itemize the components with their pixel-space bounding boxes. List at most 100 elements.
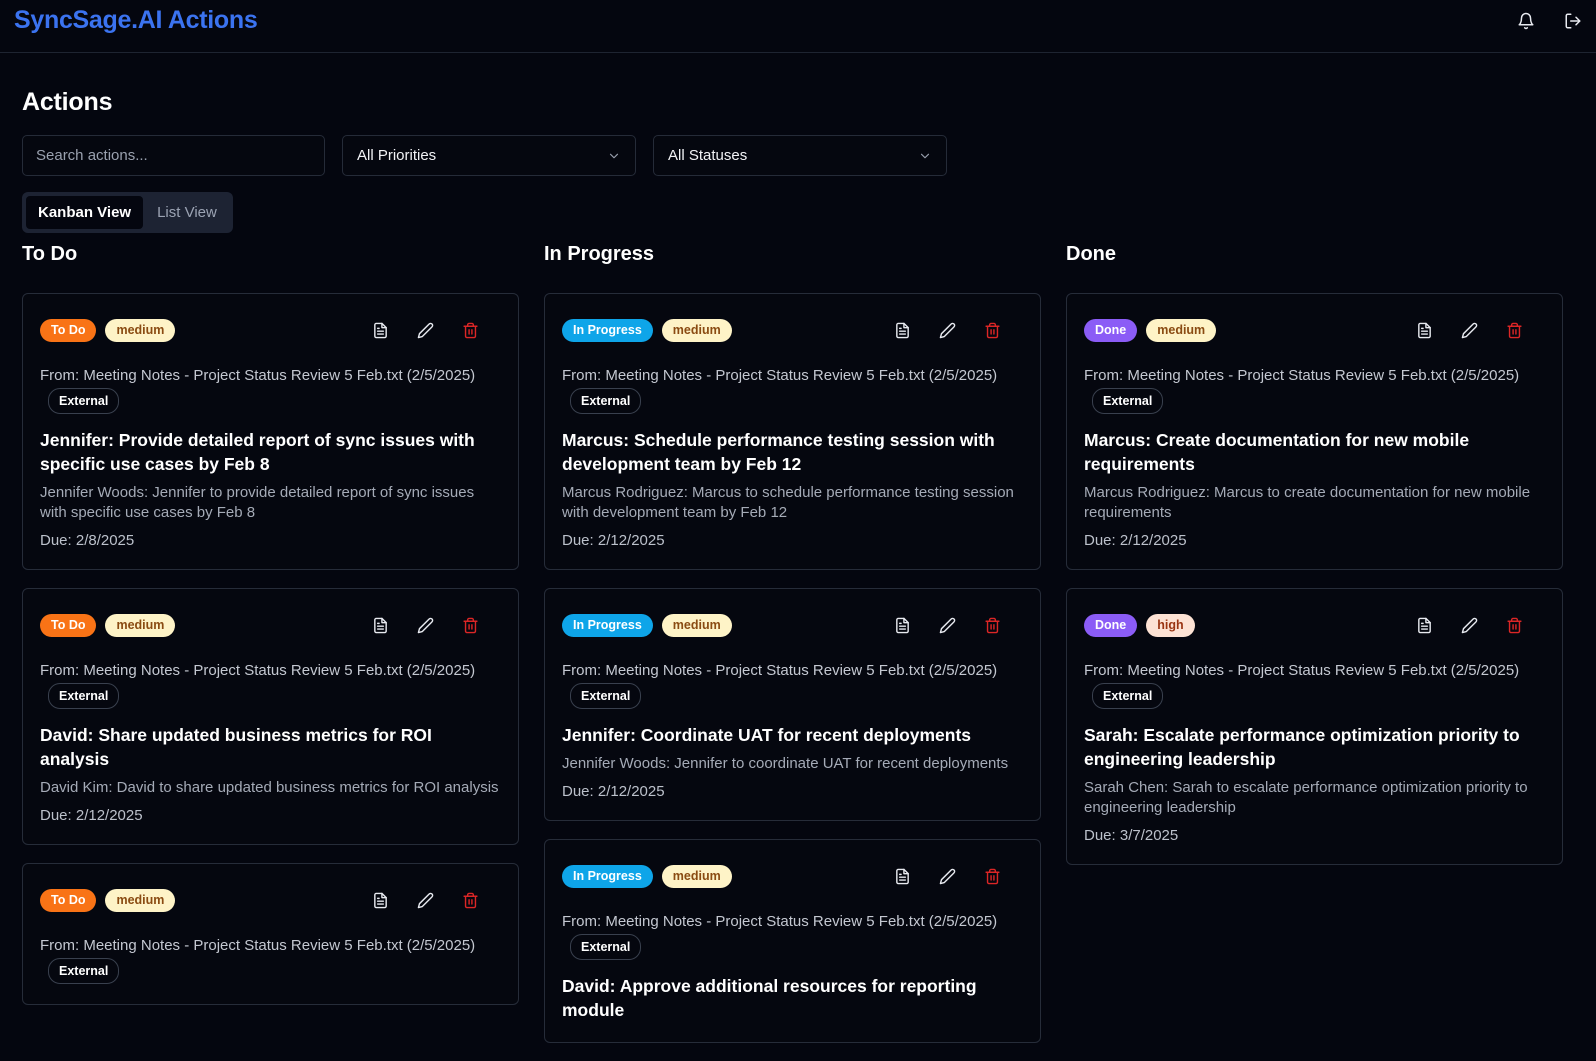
external-tag: External xyxy=(570,683,642,709)
card-title: Marcus: Create documentation for new mob… xyxy=(1084,430,1470,474)
card-source: From: Meeting Notes - Project Status Rev… xyxy=(40,936,501,984)
action-card[interactable]: Done medium From: Meeting Notes - Project … xyxy=(1066,293,1563,570)
card-title: David: Share updated business metrics fo… xyxy=(40,725,432,769)
action-card[interactable]: To Do medium From: Meeting Notes - Project… xyxy=(22,293,519,570)
card-source-text: From: Meeting Notes - Project Status Rev… xyxy=(562,662,998,679)
card-description: Jennifer Woods: Jennifer to coordinate U… xyxy=(562,755,1009,772)
kanban-column: Done Done medium From: Meeting Notes - Proj… xyxy=(1066,243,1563,1061)
action-card[interactable]: In Progress medium From: Meeting Notes - P… xyxy=(544,588,1041,821)
card-header: In Progress medium xyxy=(562,840,1023,912)
edit-icon[interactable] xyxy=(937,615,958,636)
delete-icon[interactable] xyxy=(1504,615,1525,636)
edit-icon[interactable] xyxy=(937,320,958,341)
edit-icon[interactable] xyxy=(415,320,436,341)
logout-icon[interactable] xyxy=(1562,10,1584,32)
card-source: From: Meeting Notes - Project Status Rev… xyxy=(562,366,1023,414)
due-date: Due: 2/12/2025 xyxy=(1084,532,1187,549)
card-source: From: Meeting Notes - Project Status Rev… xyxy=(562,661,1023,709)
card-source-text: From: Meeting Notes - Project Status Rev… xyxy=(40,937,476,954)
status-select-value: All Statuses xyxy=(668,147,748,164)
search-input[interactable] xyxy=(22,135,325,176)
card-header: To Do medium xyxy=(40,294,501,366)
action-card[interactable]: To Do medium From: Meeting Notes - Project… xyxy=(22,863,519,1005)
edit-icon[interactable] xyxy=(1459,320,1480,341)
status-badge: In Progress xyxy=(562,318,653,342)
top-bar: SyncSage.AI Actions xyxy=(0,0,1596,53)
card-badges: Done high xyxy=(1084,613,1195,637)
document-icon[interactable] xyxy=(892,615,913,636)
priority-select[interactable]: All Priorities xyxy=(342,135,636,176)
priority-select-value: All Priorities xyxy=(357,147,437,164)
card-header: Done high xyxy=(1084,589,1545,661)
delete-icon[interactable] xyxy=(982,615,1003,636)
external-tag: External xyxy=(48,958,120,984)
chevron-down-icon xyxy=(918,149,932,163)
status-badge: In Progress xyxy=(562,864,653,888)
action-card[interactable]: Done high From: Meeting Notes - Project St… xyxy=(1066,588,1563,865)
priority-badge: medium xyxy=(661,864,732,888)
external-tag: External xyxy=(570,388,642,414)
delete-icon[interactable] xyxy=(1504,320,1525,341)
delete-icon[interactable] xyxy=(460,890,481,911)
priority-badge: medium xyxy=(661,613,732,637)
status-badge: To Do xyxy=(40,888,97,912)
document-icon[interactable] xyxy=(892,320,913,341)
card-description: Marcus Rodriguez: Marcus to schedule per… xyxy=(562,484,1014,521)
document-icon[interactable] xyxy=(370,890,391,911)
chevron-down-icon xyxy=(607,149,621,163)
edit-icon[interactable] xyxy=(937,866,958,887)
status-badge: To Do xyxy=(40,613,97,637)
card-badges: In Progress medium xyxy=(562,613,732,637)
card-source-text: From: Meeting Notes - Project Status Rev… xyxy=(562,913,998,930)
document-icon[interactable] xyxy=(892,866,913,887)
list-view-tab[interactable]: List View xyxy=(145,196,229,229)
priority-badge: medium xyxy=(105,888,176,912)
action-card[interactable]: To Do medium From: Meeting Notes - Project… xyxy=(22,588,519,845)
document-icon[interactable] xyxy=(1414,320,1435,341)
card-description: David Kim: David to share updated busine… xyxy=(40,779,499,796)
card-source-text: From: Meeting Notes - Project Status Rev… xyxy=(1084,662,1520,679)
card-source: From: Meeting Notes - Project Status Rev… xyxy=(40,661,501,709)
external-tag: External xyxy=(570,934,642,960)
delete-icon[interactable] xyxy=(982,866,1003,887)
column-title: To Do xyxy=(22,243,78,265)
bell-icon[interactable] xyxy=(1515,10,1537,32)
card-actions xyxy=(370,320,481,341)
status-badge: Done xyxy=(1084,318,1138,342)
status-badge: To Do xyxy=(40,318,97,342)
priority-badge: medium xyxy=(105,613,176,637)
edit-icon[interactable] xyxy=(415,890,436,911)
card-badges: To Do medium xyxy=(40,888,176,912)
card-badges: In Progress medium xyxy=(562,318,732,342)
card-header: To Do medium xyxy=(40,589,501,661)
document-icon[interactable] xyxy=(1414,615,1435,636)
card-actions xyxy=(892,320,1003,341)
action-card[interactable]: In Progress medium From: Meeting Notes - P… xyxy=(544,293,1041,570)
column-title: In Progress xyxy=(544,243,655,265)
external-tag: External xyxy=(48,388,120,414)
external-tag: External xyxy=(48,683,120,709)
card-badges: Done medium xyxy=(1084,318,1217,342)
edit-icon[interactable] xyxy=(415,615,436,636)
document-icon[interactable] xyxy=(370,615,391,636)
delete-icon[interactable] xyxy=(460,615,481,636)
delete-icon[interactable] xyxy=(460,320,481,341)
kanban-view-tab[interactable]: Kanban View xyxy=(26,196,144,229)
delete-icon[interactable] xyxy=(982,320,1003,341)
page-title: Actions xyxy=(22,88,113,116)
status-badge: In Progress xyxy=(562,613,653,637)
status-select[interactable]: All Statuses xyxy=(653,135,947,176)
card-actions xyxy=(892,866,1003,887)
edit-icon[interactable] xyxy=(1459,615,1480,636)
kanban-column: In Progress In Progress medium From: Meetin… xyxy=(544,243,1041,1061)
external-tag: External xyxy=(1092,683,1164,709)
card-actions xyxy=(1414,320,1525,341)
document-icon[interactable] xyxy=(370,320,391,341)
action-card[interactable]: In Progress medium From: Meeting Notes - P… xyxy=(544,839,1041,1043)
card-title: Jennifer: Provide detailed report of syn… xyxy=(40,430,475,474)
filter-bar: All Priorities All Statuses xyxy=(22,135,1574,176)
card-title: David: Approve additional resources for … xyxy=(562,976,977,1020)
card-actions xyxy=(370,615,481,636)
priority-badge: medium xyxy=(661,318,732,342)
view-toggle: Kanban View List View xyxy=(22,192,233,233)
